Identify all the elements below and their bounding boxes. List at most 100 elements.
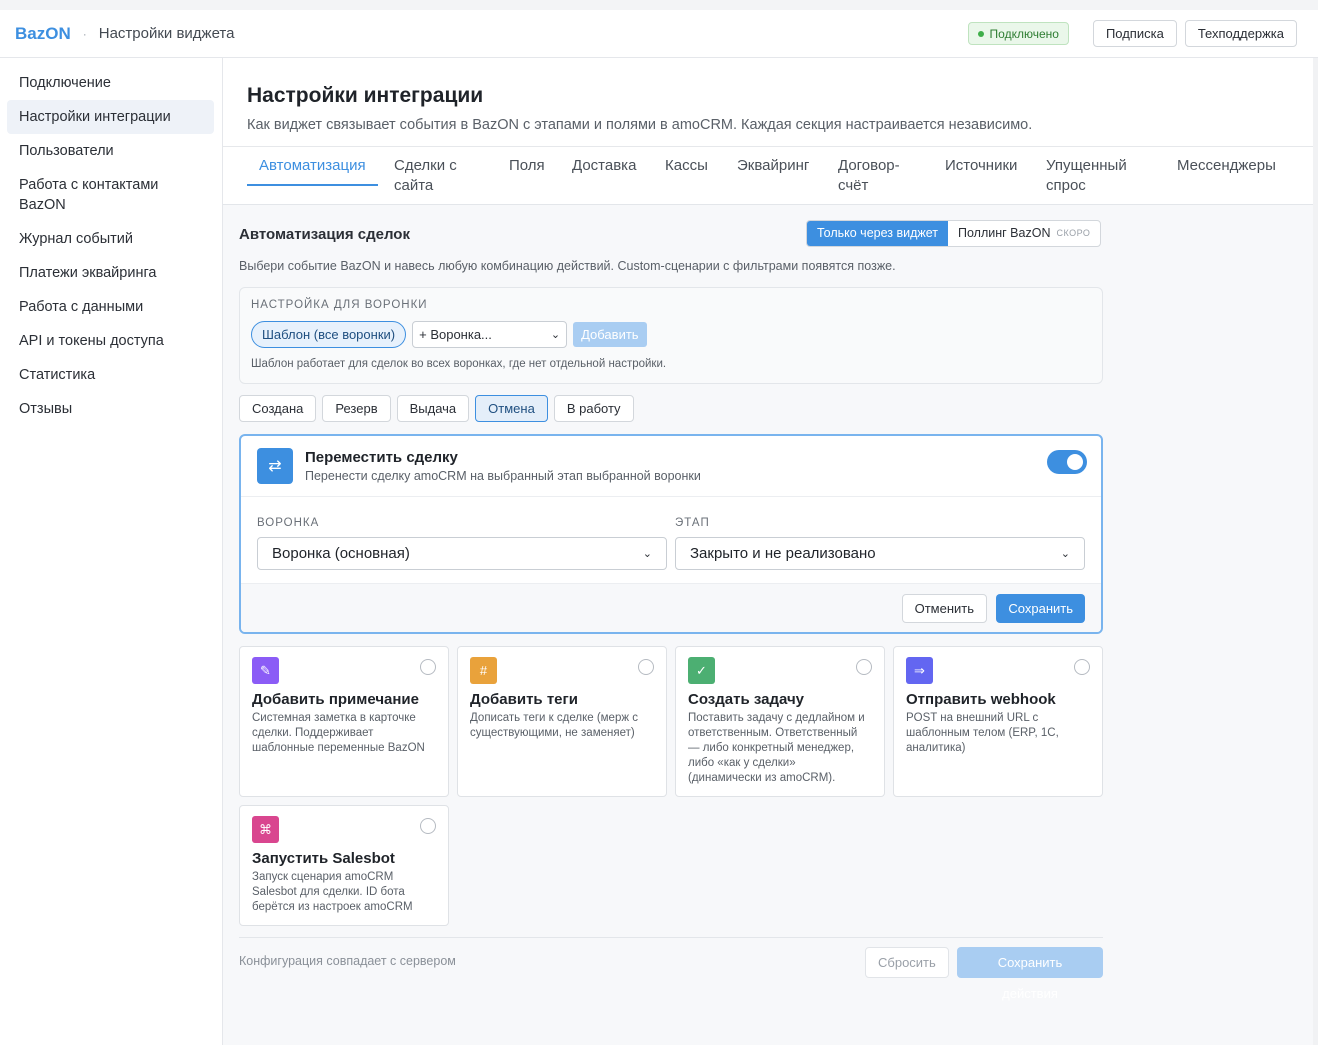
subscription-button[interactable]: Подписка: [1092, 20, 1177, 47]
option-radio[interactable]: [856, 659, 872, 675]
tab-fields[interactable]: Поля: [509, 156, 545, 176]
option-title: Добавить примечание: [252, 691, 419, 708]
funnel-settings-label: НАСТРОЙКА ДЛЯ ВОРОНКИ: [251, 299, 428, 311]
move-deal-header: ⇄ Переместить сделку Перенести сделку am…: [241, 436, 1101, 497]
option-desc: Поставить задачу с дедлайном и ответстве…: [688, 712, 865, 784]
template-chip[interactable]: Шаблон (все воронки): [251, 321, 407, 348]
sidebar-item-event-log[interactable]: Журнал событий: [7, 222, 214, 256]
config-status: Конфигурация совпадает с сервером: [239, 954, 456, 968]
tab-lost-demand[interactable]: Упущенный спрос: [1046, 156, 1151, 196]
chevron-down-icon: ⌄: [1060, 548, 1070, 560]
option-desc: Запуск сценария amoCRM Salesbot для сдел…: [252, 871, 413, 913]
move-deal-footer: Отменить Сохранить: [241, 583, 1101, 632]
divider: [239, 937, 1103, 938]
status-dot-icon: [977, 30, 984, 37]
reset-button[interactable]: Сбросить: [865, 947, 949, 978]
option-add-note[interactable]: ✎ Добавить примечание Системная заметка …: [239, 646, 449, 797]
move-deal-card: ⇄ Переместить сделку Перенести сделку am…: [239, 434, 1103, 634]
header-title: Настройки виджета: [98, 25, 235, 42]
pencil-icon: ✎: [252, 657, 279, 684]
tab-contract-invoice[interactable]: Договор-счёт: [838, 156, 913, 196]
tab-delivery[interactable]: Доставка: [572, 156, 636, 176]
funnel-settings: НАСТРОЙКА ДЛЯ ВОРОНКИ Шаблон (все воронк…: [239, 287, 1103, 384]
cancel-button[interactable]: Отменить: [901, 594, 987, 623]
top-strip: [0, 0, 1318, 10]
option-desc: POST на внешний URL с шаблонным телом (E…: [906, 712, 1059, 754]
save-actions-button[interactable]: Сохранить действия: [957, 947, 1103, 1001]
scrollbar-track[interactable]: [1313, 58, 1318, 1045]
funnel-field-select[interactable]: Воронка (основная) ⌄: [257, 537, 667, 570]
funnel-row: Шаблон (все воронки) + Воронка... ⌄ Доба…: [251, 321, 1091, 348]
status-text: Подключено: [989, 26, 1059, 41]
option-create-task[interactable]: ✓ Создать задачу Поставить задачу с дедл…: [675, 646, 885, 797]
sidebar-item-acquiring-payments[interactable]: Платежи эквайринга: [7, 256, 214, 290]
funnel-select[interactable]: + Воронка... ⌄: [412, 321, 568, 348]
option-send-webhook[interactable]: ⇒ Отправить webhook POST на внешний URL …: [893, 646, 1103, 797]
check-icon: ✓: [688, 657, 715, 684]
toggle-knob: [1067, 454, 1083, 470]
event-in-work[interactable]: В работу: [553, 395, 634, 422]
option-radio[interactable]: [420, 818, 436, 834]
funnel-note: Шаблон работает для сделок во всех ворон…: [251, 358, 667, 370]
option-radio[interactable]: [1074, 659, 1090, 675]
section-description: Выбери событие BazON и навесь любую комб…: [239, 259, 896, 273]
sidebar: Подключение Настройки интеграции Пользов…: [0, 58, 223, 1045]
funnel-select-value: + Воронка...: [419, 327, 492, 342]
sidebar-item-connection[interactable]: Подключение: [7, 66, 214, 100]
stage-field-value: Закрыто и не реализовано: [690, 545, 876, 562]
option-title: Добавить теги: [470, 691, 578, 708]
funnel-field-label: ВОРОНКА: [257, 517, 320, 529]
app-header: BazON · Настройки виджета Подключено Под…: [0, 10, 1318, 58]
tab-automation[interactable]: Автоматизация: [247, 156, 378, 186]
funnel-field-value: Воронка (основная): [272, 545, 410, 562]
sidebar-item-contacts[interactable]: Работа с контактами BazON: [7, 168, 187, 222]
option-title: Создать задачу: [688, 691, 804, 708]
move-deal-toggle[interactable]: [1047, 450, 1087, 474]
option-add-tags[interactable]: # Добавить теги Дописать теги к сделке (…: [457, 646, 667, 797]
sidebar-item-reviews[interactable]: Отзывы: [7, 392, 214, 426]
command-icon: ⌘: [252, 816, 279, 843]
move-deal-subtitle: Перенести сделку amoCRM на выбранный эта…: [305, 469, 701, 483]
tab-messengers[interactable]: Мессенджеры: [1177, 156, 1276, 176]
mode-widget-only[interactable]: Только через виджет: [807, 221, 949, 246]
support-button[interactable]: Техподдержка: [1184, 20, 1297, 47]
event-created[interactable]: Создана: [239, 395, 317, 422]
logo[interactable]: BazON: [15, 24, 71, 44]
stage-field-label: ЭТАП: [675, 517, 710, 529]
section-title: Автоматизация сделок: [239, 226, 410, 243]
tab-acquiring[interactable]: Эквайринг: [737, 156, 809, 176]
option-run-salesbot[interactable]: ⌘ Запустить Salesbot Запуск сценария amo…: [239, 805, 449, 926]
arrow-right-icon: ⇒: [906, 657, 933, 684]
tab-bar: Автоматизация Сделки с сайта Поля Достав…: [223, 147, 1313, 205]
tab-sources[interactable]: Источники: [945, 156, 1017, 176]
status-badge: Подключено: [967, 22, 1069, 45]
sidebar-item-integration-settings[interactable]: Настройки интеграции: [7, 100, 214, 134]
mode-toggle: Только через виджет Поллинг BazON СКОРО: [806, 220, 1102, 247]
save-button[interactable]: Сохранить: [996, 594, 1085, 623]
event-reserve[interactable]: Резерв: [322, 395, 391, 422]
tab-site-deals[interactable]: Сделки с сайта: [394, 156, 474, 196]
event-issue[interactable]: Выдача: [396, 395, 470, 422]
mode-polling[interactable]: Поллинг BazON СКОРО: [948, 221, 1100, 246]
sidebar-item-api-tokens[interactable]: API и токены доступа: [7, 324, 214, 358]
page-subtitle: Как виджет связывает события в BazON с э…: [247, 117, 1033, 133]
sidebar-item-users[interactable]: Пользователи: [7, 134, 214, 168]
option-radio[interactable]: [638, 659, 654, 675]
option-desc: Дописать теги к сделке (мерж с существую…: [470, 712, 638, 739]
option-desc: Системная заметка в карточке сделки. Под…: [252, 712, 425, 754]
move-deal-title: Переместить сделку: [305, 449, 458, 466]
tab-cash-registers[interactable]: Кассы: [665, 156, 708, 176]
soon-badge: СКОРО: [1056, 228, 1091, 238]
hash-icon: #: [470, 657, 497, 684]
chevron-down-icon: ⌄: [550, 329, 561, 341]
option-radio[interactable]: [420, 659, 436, 675]
add-funnel-button[interactable]: Добавить: [573, 322, 647, 347]
header-separator: ·: [82, 26, 87, 41]
move-deal-body: ВОРОНКА Воронка (основная) ⌄ ЭТАП Закрыт…: [241, 497, 1101, 583]
swap-icon: ⇄: [257, 448, 293, 484]
event-cancel[interactable]: Отмена: [475, 395, 548, 422]
header-actions: Подключено Подписка Техподдержка: [967, 20, 1303, 47]
sidebar-item-statistics[interactable]: Статистика: [7, 358, 214, 392]
sidebar-item-data[interactable]: Работа с данными: [7, 290, 214, 324]
stage-field-select[interactable]: Закрыто и не реализовано ⌄: [675, 537, 1085, 570]
